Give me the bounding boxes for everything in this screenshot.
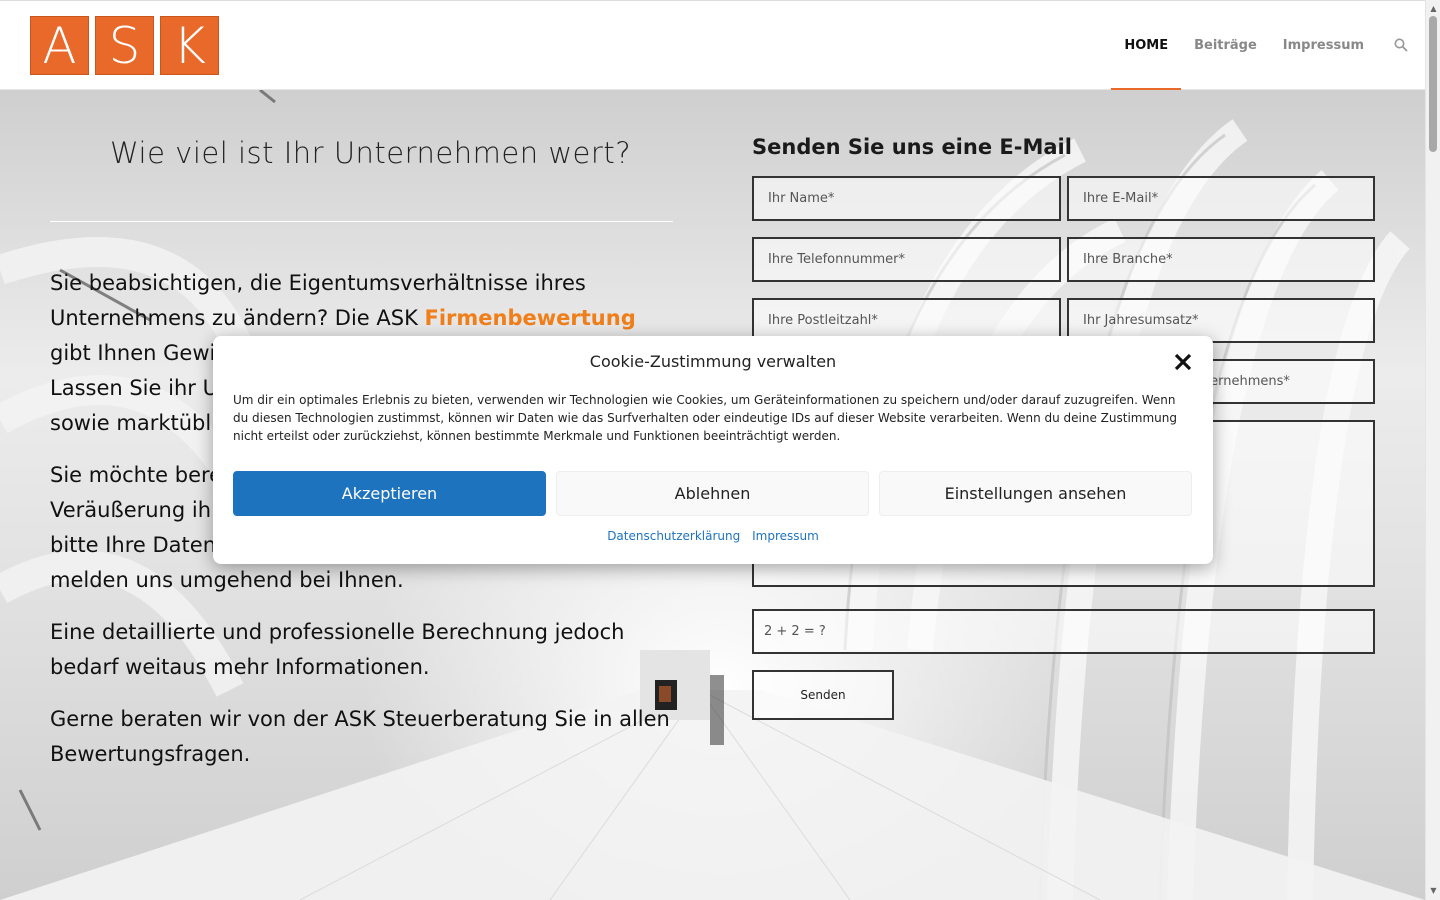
cookie-dialog-title: Cookie-Zustimmung verwalten bbox=[589, 352, 837, 371]
main-nav: HOME Beiträge Impressum bbox=[1111, 1, 1425, 90]
accept-button[interactable]: Akzeptieren bbox=[233, 471, 546, 516]
email-field[interactable]: Ihre E-Mail* bbox=[1067, 176, 1375, 221]
view-settings-button[interactable]: Einstellungen ansehen bbox=[879, 471, 1192, 516]
nav-search-button[interactable] bbox=[1377, 1, 1425, 89]
cookie-dialog-buttons: Akzeptieren Ablehnen Einstellungen anseh… bbox=[233, 471, 1192, 516]
send-button[interactable]: Senden bbox=[752, 670, 894, 720]
decline-button[interactable]: Ablehnen bbox=[556, 471, 869, 516]
hero-p1-line3: Lassen Sie ihr U bbox=[50, 376, 218, 400]
contact-form-title: Senden Sie uns eine E-Mail bbox=[752, 135, 1072, 159]
logo-letter-k: K bbox=[160, 16, 219, 75]
hero-p2-line1: Sie möchte bere bbox=[50, 463, 223, 487]
hero-p1-line4: sowie marktübl bbox=[50, 411, 212, 435]
name-field[interactable]: Ihr Name* bbox=[752, 176, 1061, 221]
close-icon bbox=[1174, 353, 1192, 371]
scroll-down-arrow-icon[interactable]: ▼ bbox=[1426, 884, 1440, 898]
imprint-link[interactable]: Impressum bbox=[752, 529, 819, 543]
hero-paragraph-3: Eine detaillierte und professionelle Ber… bbox=[50, 620, 625, 679]
page-scrollbar[interactable]: ▲ ▼ bbox=[1425, 0, 1440, 900]
cookie-dialog-links: Datenschutzerklärung Impressum bbox=[213, 529, 1213, 543]
scroll-up-arrow-icon[interactable]: ▲ bbox=[1426, 2, 1440, 16]
captcha-field[interactable]: 2 + 2 = ? bbox=[752, 609, 1375, 654]
scrollbar-thumb[interactable] bbox=[1429, 16, 1437, 152]
hero-p2-line2: Veräußerung ih bbox=[50, 498, 212, 522]
hero-divider bbox=[50, 221, 673, 222]
nav-item-beitraege[interactable]: Beiträge bbox=[1181, 1, 1270, 89]
cookie-dialog-text: Um dir ein optimales Erlebnis zu bieten,… bbox=[233, 393, 1177, 443]
firmenbewertung-link[interactable]: Firmenbewertung bbox=[425, 306, 636, 330]
nav-item-impressum[interactable]: Impressum bbox=[1270, 1, 1377, 89]
hero-p2-line4: melden uns umgehend bei Ihnen. bbox=[50, 568, 404, 592]
nav-item-home[interactable]: HOME bbox=[1111, 1, 1181, 90]
phone-field[interactable]: Ihre Telefonnummer* bbox=[752, 237, 1061, 282]
hero-paragraph-4: Gerne beraten wir von der ASK Steuerbera… bbox=[50, 707, 670, 766]
privacy-policy-link[interactable]: Datenschutzerklärung bbox=[607, 529, 740, 543]
cookie-consent-dialog: Cookie-Zustimmung verwalten Um dir ein o… bbox=[213, 336, 1213, 564]
site-logo[interactable]: A S K bbox=[30, 16, 219, 75]
search-icon bbox=[1394, 38, 1408, 52]
site-header: A S K HOME Beiträge Impressum bbox=[0, 0, 1425, 90]
branch-field[interactable]: Ihre Branche* bbox=[1067, 237, 1375, 282]
hero-p2-line3: bitte Ihre Daten bbox=[50, 533, 217, 557]
logo-letter-s: S bbox=[95, 16, 154, 75]
hero-p1-line2: gibt Ihnen Gewi bbox=[50, 341, 216, 365]
logo-letter-a: A bbox=[30, 16, 89, 75]
hero-title: Wie viel ist Ihr Unternehmen wert? bbox=[110, 136, 632, 170]
close-button[interactable] bbox=[1171, 350, 1195, 374]
